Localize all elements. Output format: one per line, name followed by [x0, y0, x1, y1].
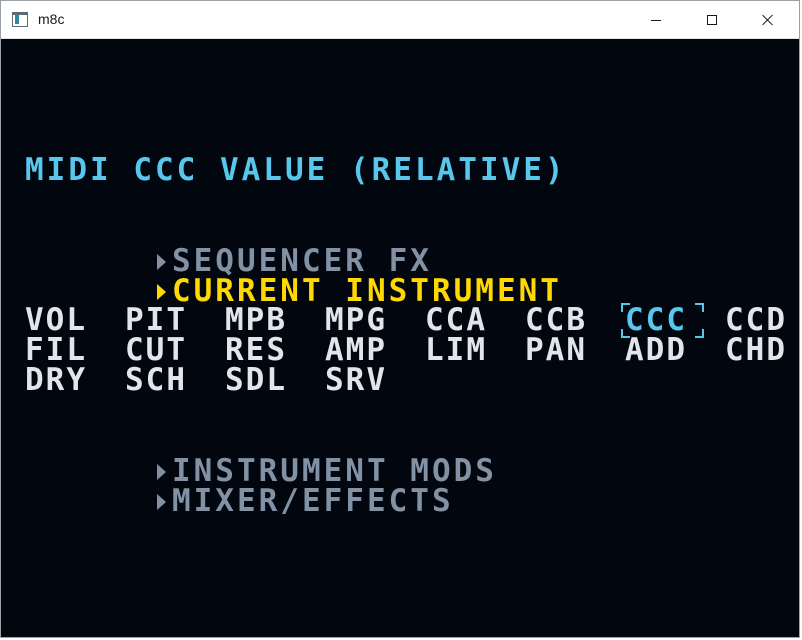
param-pit[interactable]: PIT: [125, 305, 187, 336]
param-ccb[interactable]: CCB: [525, 305, 587, 336]
menu-item-mixer-effects[interactable]: MIXER/EFFECTS: [27, 456, 454, 546]
maximize-icon: [707, 15, 717, 25]
param-mpg[interactable]: MPG: [325, 305, 387, 336]
param-srv[interactable]: SRV: [325, 365, 387, 396]
caret-right-icon: [156, 284, 166, 300]
m8-screen: MIDI CCC VALUE (RELATIVE) SEQUENCER FX C…: [1, 39, 799, 637]
param-add[interactable]: ADD: [625, 335, 687, 366]
param-lim[interactable]: LIM: [425, 335, 487, 366]
param-cca[interactable]: CCA: [425, 305, 487, 336]
minimize-button[interactable]: [633, 1, 679, 39]
param-vol[interactable]: VOL: [25, 305, 87, 336]
param-pan[interactable]: PAN: [525, 335, 587, 366]
app-window: m8c MIDI CCC VALUE (RELATIVE) SEQUENCER …: [0, 0, 800, 638]
window-title: m8c: [38, 11, 65, 27]
close-icon: [762, 14, 774, 26]
param-cut[interactable]: CUT: [125, 335, 187, 366]
param-sch[interactable]: SCH: [125, 365, 187, 396]
param-chd[interactable]: CHD: [725, 335, 787, 366]
param-res[interactable]: RES: [225, 335, 287, 366]
param-dry[interactable]: DRY: [25, 365, 87, 396]
title-bar[interactable]: m8c: [1, 1, 799, 39]
selection-corner: [695, 303, 704, 312]
param-sdl[interactable]: SDL: [225, 365, 287, 396]
minimize-icon: [651, 19, 661, 21]
selection-corner: [695, 329, 704, 338]
app-icon: [12, 12, 28, 27]
param-mpb[interactable]: MPB: [225, 305, 287, 336]
param-ccd[interactable]: CCD: [725, 305, 787, 336]
maximize-button[interactable]: [689, 1, 735, 39]
caret-right-icon: [156, 494, 166, 510]
selection-corner: [621, 303, 630, 312]
screen-heading: MIDI CCC VALUE (RELATIVE): [25, 152, 567, 188]
param-amp[interactable]: AMP: [325, 335, 387, 366]
close-button[interactable]: [745, 1, 791, 39]
param-ccc[interactable]: CCC: [621, 303, 704, 338]
menu-item-label: MIXER/EFFECTS: [171, 483, 454, 519]
param-fil[interactable]: FIL: [25, 335, 87, 366]
